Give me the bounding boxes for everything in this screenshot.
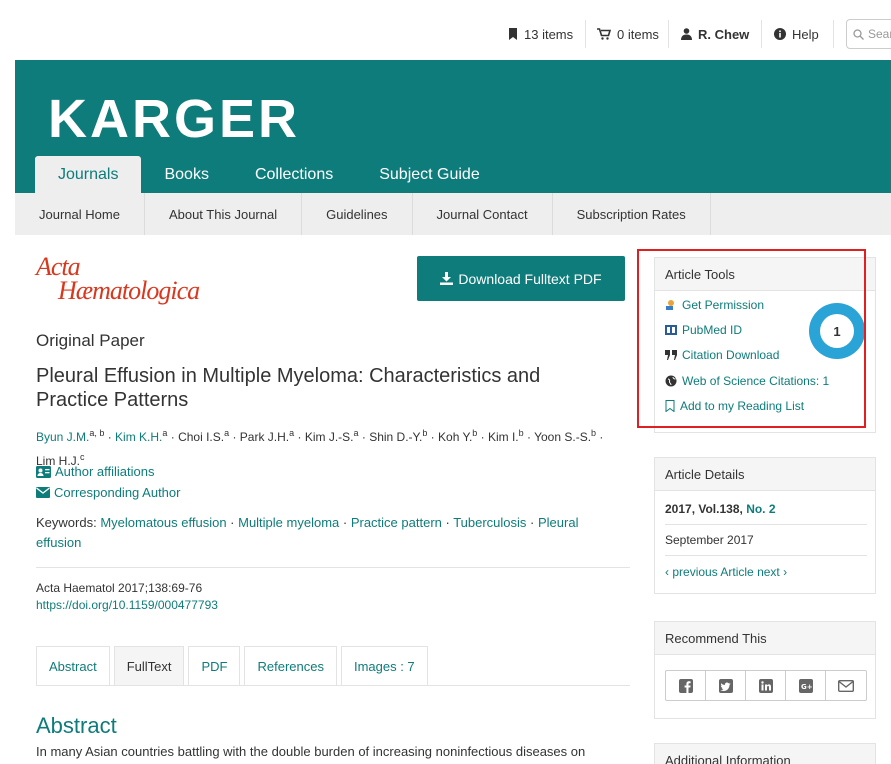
article-pager: ‹ previous Article next › bbox=[665, 565, 787, 579]
panel-title: Recommend This bbox=[655, 622, 875, 655]
nav-journals[interactable]: Journals bbox=[35, 156, 142, 193]
journal-sub-nav: Journal Home About This Journal Guidelin… bbox=[15, 193, 891, 235]
tab-pdf[interactable]: PDF bbox=[188, 646, 241, 686]
author-link[interactable]: Byun J.M. bbox=[36, 430, 89, 444]
user-account-link[interactable]: R. Chew bbox=[681, 24, 749, 44]
author-name: Shin D.-Y. bbox=[369, 430, 423, 444]
tab-images[interactable]: Images : 7 bbox=[340, 646, 428, 686]
karger-logo[interactable]: KARGER bbox=[48, 88, 300, 150]
panel-title: Article Details bbox=[655, 458, 875, 491]
issue-date: September 2017 bbox=[665, 533, 754, 547]
cart-link[interactable]: 0 items bbox=[597, 24, 659, 44]
tab-references[interactable]: References bbox=[244, 646, 337, 686]
main-nav: Journals Books Collections Subject Guide bbox=[35, 156, 503, 193]
author-name: Choi I.S. bbox=[178, 430, 225, 444]
subnav-subscription[interactable]: Subscription Rates bbox=[553, 193, 711, 235]
doi-link[interactable]: https://doi.org/10.1159/000477793 bbox=[36, 598, 218, 612]
tab-underline bbox=[36, 685, 630, 686]
author-name: Kim I. bbox=[487, 430, 519, 444]
corresponding-author-link[interactable]: Corresponding Author bbox=[36, 485, 180, 500]
panel-title: Additional Information bbox=[655, 744, 875, 764]
previous-article-link[interactable]: ‹ previous Article bbox=[665, 565, 754, 579]
envelope-icon bbox=[36, 487, 50, 498]
author-name: Park J.H. bbox=[239, 430, 290, 444]
author-link[interactable]: Kim K.H. bbox=[115, 430, 162, 444]
journal-logo[interactable]: Acta Hæmatologica bbox=[36, 254, 200, 304]
bookmark-icon bbox=[509, 28, 517, 40]
tab-abstract[interactable]: Abstract bbox=[36, 646, 110, 686]
highlight-annotation bbox=[637, 249, 866, 428]
site-header: KARGER Journals Books Collections Subjec… bbox=[15, 60, 891, 193]
keyword-link[interactable]: Tuberculosis bbox=[453, 515, 526, 530]
user-icon bbox=[681, 28, 692, 40]
next-article-link[interactable]: next › bbox=[757, 565, 787, 579]
download-pdf-button[interactable]: Download Fulltext PDF bbox=[417, 256, 625, 301]
keyword-link[interactable]: Multiple myeloma bbox=[238, 515, 339, 530]
svg-text:G+: G+ bbox=[801, 683, 813, 691]
subnav-journal-home[interactable]: Journal Home bbox=[15, 193, 145, 235]
search-input[interactable]: Sear bbox=[846, 19, 891, 49]
info-icon bbox=[774, 28, 786, 40]
nav-subject-guide[interactable]: Subject Guide bbox=[356, 156, 503, 193]
subnav-about[interactable]: About This Journal bbox=[145, 193, 303, 235]
reading-list-link[interactable]: 13 items bbox=[508, 24, 573, 44]
keyword-link[interactable]: Myelomatous effusion bbox=[100, 515, 226, 530]
divider bbox=[36, 567, 630, 568]
article-title: Pleural Effusion in Multiple Myeloma: Ch… bbox=[36, 365, 541, 411]
author-name: Yoon S.-S. bbox=[534, 430, 592, 444]
twitter-icon bbox=[718, 678, 733, 693]
article-tabs: Abstract FullText PDF References Images … bbox=[36, 646, 432, 686]
linkedin-icon bbox=[758, 678, 773, 693]
author-name: Kim J.-S. bbox=[304, 430, 354, 444]
abstract-text: In many Asian countries battling with th… bbox=[36, 744, 586, 759]
paper-type: Original Paper bbox=[36, 331, 145, 350]
id-card-icon bbox=[36, 465, 51, 478]
nav-collections[interactable]: Collections bbox=[232, 156, 356, 193]
citation: Acta Haematol 2017;138:69-76 bbox=[36, 581, 203, 595]
share-buttons: G+ bbox=[665, 670, 867, 701]
tab-fulltext[interactable]: FullText bbox=[113, 646, 185, 686]
facebook-share-button[interactable] bbox=[666, 671, 706, 700]
envelope-outline-icon bbox=[838, 679, 854, 692]
keyword-link[interactable]: Practice pattern bbox=[351, 515, 442, 530]
keywords: Keywords: Myelomatous effusion · Multipl… bbox=[36, 515, 579, 550]
utility-bar: 13 items 0 items R. Chew Help Sear bbox=[0, 0, 891, 60]
nav-books[interactable]: Books bbox=[141, 156, 231, 193]
additional-info-panel: Additional Information bbox=[654, 743, 876, 764]
facebook-icon bbox=[678, 678, 693, 693]
search-icon bbox=[853, 28, 864, 40]
issue-info: 2017, Vol.138, No. 2 bbox=[665, 502, 776, 516]
issue-link[interactable]: No. 2 bbox=[746, 502, 775, 516]
abstract-heading: Abstract bbox=[36, 713, 117, 738]
subnav-guidelines[interactable]: Guidelines bbox=[302, 193, 413, 235]
author-affiliations-link[interactable]: Author affiliations bbox=[36, 464, 155, 479]
email-share-button[interactable] bbox=[826, 671, 866, 700]
help-link[interactable]: Help bbox=[774, 24, 819, 44]
google-plus-icon: G+ bbox=[798, 678, 813, 693]
author-name: Koh Y. bbox=[438, 430, 473, 444]
linkedin-share-button[interactable] bbox=[746, 671, 786, 700]
download-icon bbox=[440, 272, 454, 285]
twitter-share-button[interactable] bbox=[706, 671, 746, 700]
cart-icon bbox=[597, 28, 611, 40]
subnav-contact[interactable]: Journal Contact bbox=[413, 193, 553, 235]
google-plus-share-button[interactable]: G+ bbox=[786, 671, 826, 700]
